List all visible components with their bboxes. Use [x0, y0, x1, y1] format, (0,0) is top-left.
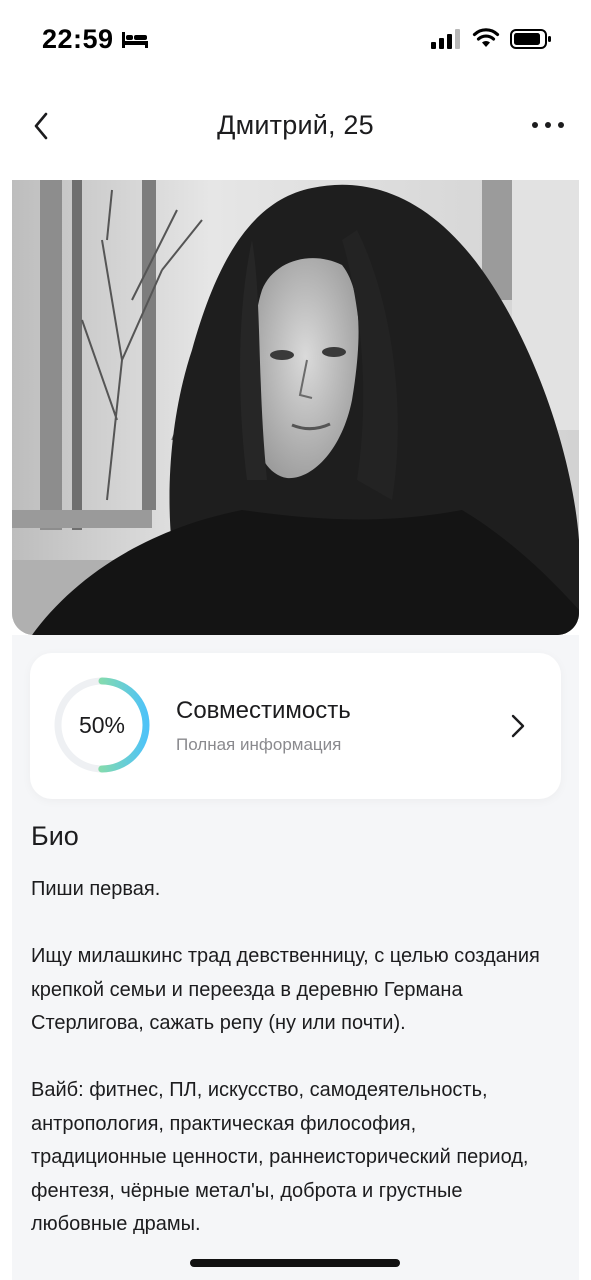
compatibility-card[interactable]: 50% Совместимость Полная информация [30, 653, 561, 799]
chevron-right-icon[interactable] [510, 713, 526, 739]
status-time: 22:59 [42, 24, 114, 54]
profile-photo-image [12, 180, 579, 635]
page-title: Дмитрий, 25 [217, 110, 374, 140]
wifi-icon [472, 28, 500, 47]
bio-heading: Био [31, 821, 79, 851]
bio-text: Пиши первая. Ищу милашкинс трад девствен… [31, 873, 551, 1275]
bio-paragraph: Пиши первая. [31, 878, 161, 900]
profile-photo[interactable] [12, 180, 579, 635]
bed-icon [122, 32, 148, 48]
home-indicator[interactable] [190, 1259, 400, 1267]
compatibility-percent: 50% [78, 712, 126, 738]
more-dots-icon[interactable] [530, 118, 566, 132]
bio-paragraph: Ищу милашкинс трад девственницу, с целью… [31, 945, 540, 1034]
profile-content: 50% Совместимость Полная информация Био … [12, 635, 579, 1280]
compatibility-title: Совместимость [176, 697, 351, 724]
profile-header: Дмитрий, 25 [0, 96, 591, 156]
bio-paragraph: Вайб: фитнес, ПЛ, искусство, самодеятель… [31, 1079, 529, 1235]
status-bar: 22:59 [0, 0, 591, 80]
signal-icon [431, 29, 460, 49]
battery-icon [510, 29, 551, 49]
compatibility-subtitle: Полная информация [176, 735, 342, 754]
